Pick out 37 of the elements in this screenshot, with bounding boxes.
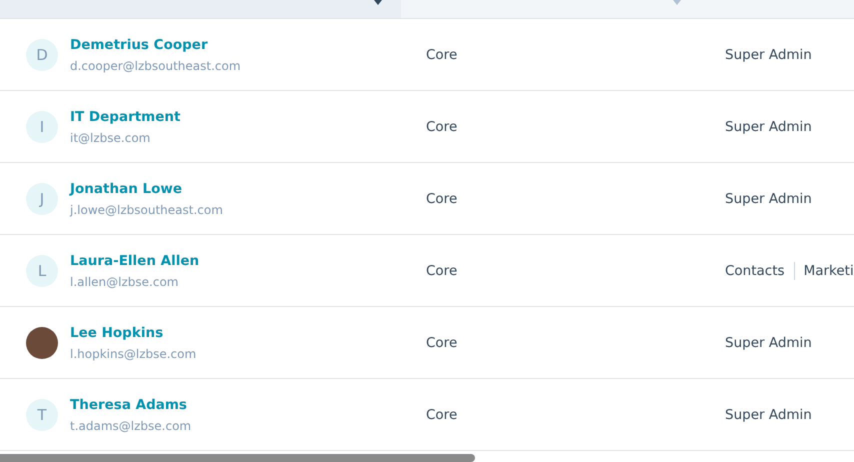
access-label: Super Admin xyxy=(725,406,812,422)
avatar-initial: I xyxy=(26,110,58,142)
seat-cell-text: Core xyxy=(425,118,458,134)
access-label: Marketi xyxy=(804,262,854,278)
user-name-link[interactable]: Demetrius Cooper xyxy=(70,36,241,52)
column-header[interactable] xyxy=(0,0,401,18)
seat-cell-text: Core xyxy=(425,190,458,206)
photo-placeholder xyxy=(26,326,58,358)
user-name-link[interactable]: Lee Hopkins xyxy=(70,324,196,340)
user-email: j.lowe@lzbsoutheast.com xyxy=(70,202,223,216)
access-label: Super Admin xyxy=(725,334,812,350)
avatar-initial: D xyxy=(26,38,58,70)
user-name-link[interactable]: Theresa Adams xyxy=(70,396,192,412)
scrollbar-thumb[interactable] xyxy=(0,454,475,462)
access-label: Super Admin xyxy=(725,118,812,134)
sort-caret-icon xyxy=(672,0,682,6)
user-name-link[interactable]: Jonathan Lowe xyxy=(70,180,223,196)
user-email: l.allen@lzbse.com xyxy=(70,274,180,288)
seat-cell-text: Core xyxy=(425,406,458,422)
sort-caret-icon xyxy=(373,0,383,6)
seat-cell-text: Core xyxy=(425,46,458,62)
seat-cell-text: Core xyxy=(425,262,458,278)
user-email: it@lzbse.com xyxy=(70,130,152,144)
user-email: d.cooper@lzbsoutheast.com xyxy=(70,58,241,72)
seat-cell-text: Core xyxy=(425,334,458,350)
avatar-initial: L xyxy=(26,254,58,286)
avatar-initial: J xyxy=(26,182,58,214)
access-label: Super Admin xyxy=(725,190,812,206)
user-name-link[interactable]: Laura-Ellen Allen xyxy=(70,252,200,268)
avatar-initial: T xyxy=(26,398,58,430)
user-name-link[interactable]: IT Department xyxy=(70,108,180,124)
user-email: t.adams@lzbse.com xyxy=(70,418,192,432)
user-email: l.hopkins@lzbse.com xyxy=(70,346,196,360)
column-header[interactable] xyxy=(401,0,700,18)
access-label: Super Admin xyxy=(725,46,812,62)
access-label: Contacts xyxy=(725,262,785,278)
column-header[interactable] xyxy=(700,0,854,18)
